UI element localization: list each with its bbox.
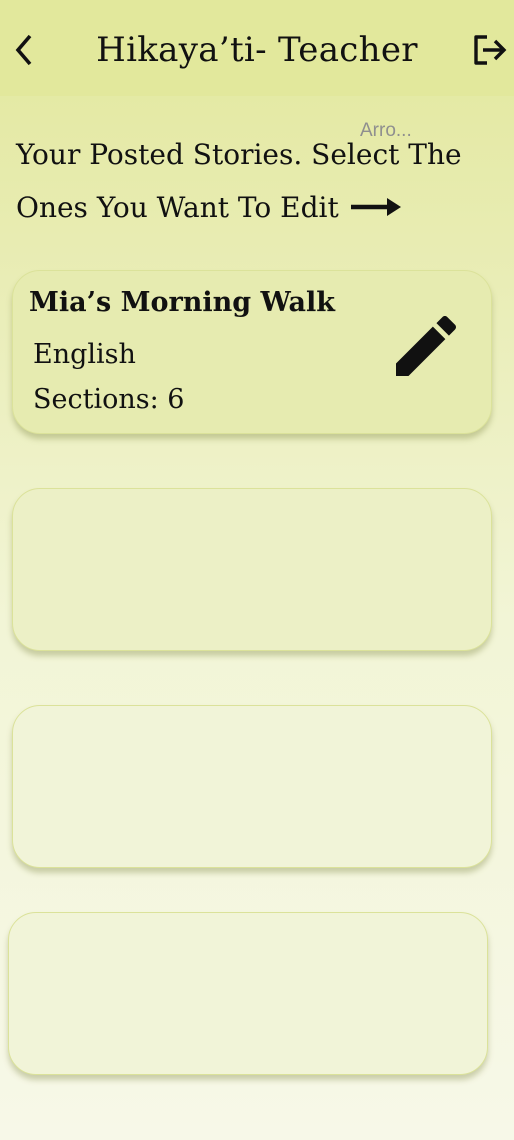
instructions-text: Your Posted Stories. Select The Ones You… xyxy=(16,128,506,234)
tooltip-label: Arro... xyxy=(360,120,412,141)
instructions-line-1: Your Posted Stories. Select The xyxy=(16,138,462,171)
arrow-right-icon xyxy=(350,197,401,216)
story-card-empty[interactable] xyxy=(12,705,492,868)
story-card-empty[interactable] xyxy=(12,488,492,651)
edit-story-button[interactable] xyxy=(385,305,467,387)
instructions-line-2-text: Ones You Want To Edit xyxy=(16,191,339,224)
logout-button[interactable] xyxy=(470,30,510,70)
logout-icon xyxy=(474,35,507,65)
story-title: Mia’s Morning Walk xyxy=(29,287,335,318)
story-card[interactable]: Mia’s Morning Walk English Sections: 6 xyxy=(12,270,492,434)
story-language: English xyxy=(33,339,136,370)
instructions-line-2: Ones You Want To Edit xyxy=(16,181,506,234)
back-button[interactable] xyxy=(6,28,42,72)
pencil-icon xyxy=(396,315,457,376)
story-card-empty[interactable] xyxy=(8,912,488,1075)
app-bar: Hikaya’ti- Teacher xyxy=(0,0,514,96)
story-sections-count: Sections: 6 xyxy=(33,384,185,415)
chevron-left-icon xyxy=(15,34,32,66)
app-title: Hikaya’ti- Teacher xyxy=(96,30,418,70)
